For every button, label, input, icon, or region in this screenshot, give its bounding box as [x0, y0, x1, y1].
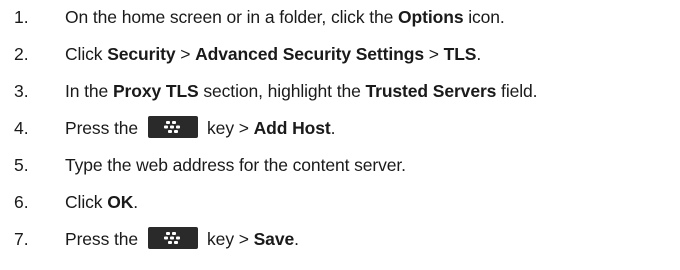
step-text: Type the web address for the content ser… [65, 155, 406, 175]
step-text: Click OK. [65, 192, 139, 212]
step-3: 3. In the Proxy TLS section, highlight t… [0, 76, 680, 106]
trusted-servers-term: Trusted Servers [365, 81, 497, 101]
step-number: 4. [14, 118, 29, 138]
step-text: On the home screen or in a folder, click… [65, 7, 505, 27]
step-text: Press the key > Add Host. [65, 116, 336, 139]
step-text: Click Security > Advanced Security Setti… [65, 44, 482, 64]
security-term: Security [107, 44, 176, 64]
tls-term: TLS [443, 44, 477, 64]
step-text: In the Proxy TLS section, highlight the … [65, 81, 538, 101]
blackberry-menu-key-icon [148, 116, 199, 139]
step-6: 6. Click OK. [0, 187, 680, 217]
proxy-tls-term: Proxy TLS [112, 81, 199, 101]
step-2: 2. Click Security > Advanced Security Se… [0, 39, 680, 69]
advanced-security-settings-term: Advanced Security Settings [195, 44, 424, 64]
step-number: 7. [14, 229, 29, 249]
step-number: 1. [14, 7, 29, 27]
options-term: Options [398, 7, 464, 27]
step-5: 5. Type the web address for the content … [0, 150, 680, 180]
add-host-term: Add Host [253, 118, 331, 138]
step-number: 3. [14, 81, 29, 101]
step-1: 1. On the home screen or in a folder, cl… [0, 2, 680, 32]
ok-term: OK [107, 192, 134, 212]
save-term: Save [253, 229, 295, 249]
step-4: 4. Press the key > Add Host. [0, 113, 680, 143]
step-number: 6. [14, 192, 29, 212]
step-7: 7. Press the key > Save. [0, 224, 680, 254]
step-number: 5. [14, 155, 29, 175]
step-text: Press the key > Save. [65, 227, 299, 250]
step-number: 2. [14, 44, 29, 64]
blackberry-menu-key-icon [148, 227, 199, 250]
